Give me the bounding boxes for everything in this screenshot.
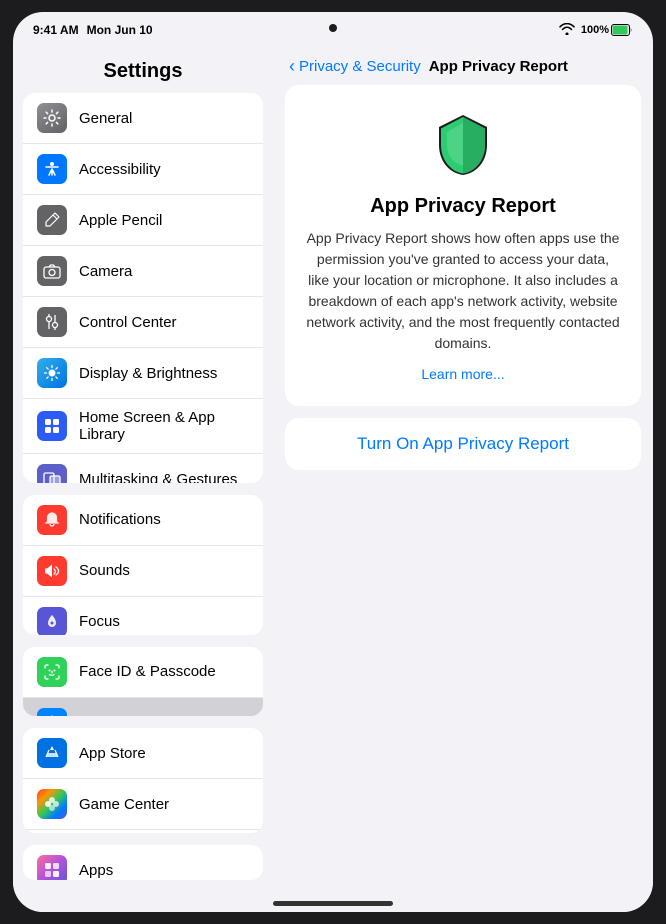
nav-back-button[interactable]: ‹ Privacy & Security (289, 56, 421, 77)
status-left: 9:41 AM Mon Jun 10 (33, 23, 153, 37)
multitasking-label: Multitasking & Gestures (79, 471, 237, 483)
battery-percent: 100% (581, 24, 609, 36)
sidebar-item-general[interactable]: General (23, 93, 263, 144)
general-icon (37, 103, 67, 133)
game-center-icon (37, 789, 67, 819)
face-id-label: Face ID & Passcode (79, 663, 216, 680)
detail-panel: ‹ Privacy & Security App Privacy Report (273, 44, 653, 912)
sidebar-group-2: Notifications Sounds (23, 495, 263, 635)
focus-label: Focus (79, 613, 120, 630)
sidebar-item-display[interactable]: Display & Brightness (23, 348, 263, 399)
sidebar-item-notifications[interactable]: Notifications (23, 495, 263, 546)
face-id-icon (37, 657, 67, 687)
sidebar-item-wallet[interactable]: Wallet & Apple Pay (23, 830, 263, 833)
apps-label: Apps (79, 862, 113, 879)
sidebar-item-face-id[interactable]: Face ID & Passcode (23, 647, 263, 698)
sidebar-item-accessibility[interactable]: Accessibility (23, 144, 263, 195)
sidebar-item-focus[interactable]: Focus (23, 597, 263, 635)
display-brightness-icon (37, 358, 67, 388)
date: Mon Jun 10 (87, 23, 153, 37)
focus-icon (37, 607, 67, 635)
battery-icon: 100% (581, 24, 633, 36)
sidebar-item-apple-pencil[interactable]: Apple Pencil (23, 195, 263, 246)
camera-label: Camera (79, 263, 132, 280)
nav-back-label: Privacy & Security (299, 58, 421, 75)
privacy-security-label: Privacy & Security (79, 714, 201, 716)
sidebar-item-privacy-security[interactable]: Privacy & Security (23, 698, 263, 717)
multitasking-icon (37, 464, 67, 483)
apps-icon (37, 855, 67, 880)
sidebar-item-home-screen[interactable]: Home Screen & App Library (23, 399, 263, 454)
home-indicator (273, 901, 393, 906)
apple-pencil-label: Apple Pencil (79, 212, 162, 229)
sidebar-item-sounds[interactable]: Sounds (23, 546, 263, 597)
game-center-label: Game Center (79, 796, 169, 813)
ipad-frame: 9:41 AM Mon Jun 10 100% (13, 12, 653, 912)
nav-current-title: App Privacy Report (429, 58, 568, 75)
privacy-security-icon (37, 708, 67, 717)
shield-icon (427, 109, 499, 181)
sidebar-item-camera[interactable]: Camera (23, 246, 263, 297)
sidebar-item-multitasking[interactable]: Multitasking & Gestures (23, 454, 263, 483)
sidebar-item-apps[interactable]: Apps (23, 845, 263, 880)
time: 9:41 AM (33, 23, 79, 37)
wifi-icon (559, 23, 575, 38)
turn-on-button[interactable]: Turn On App Privacy Report (357, 434, 569, 454)
sidebar-group-3: Face ID & Passcode Privacy & Security (23, 647, 263, 717)
notifications-label: Notifications (79, 511, 161, 528)
sidebar-group-5: Apps (23, 845, 263, 880)
privacy-report-card: App Privacy Report App Privacy Report sh… (285, 85, 641, 406)
camera-icon (37, 256, 67, 286)
sidebar-item-game-center[interactable]: Game Center (23, 779, 263, 830)
accessibility-icon (37, 154, 67, 184)
app-store-label: App Store (79, 745, 146, 762)
sidebar: Settings General (13, 44, 273, 912)
learn-more-link[interactable]: Learn more... (421, 366, 504, 382)
main-content: Settings General (13, 44, 653, 912)
app-store-icon (37, 738, 67, 768)
general-label: General (79, 110, 132, 127)
home-screen-label: Home Screen & App Library (79, 409, 249, 443)
report-card-title: App Privacy Report (370, 195, 556, 218)
status-right: 100% (559, 23, 633, 38)
back-arrow-icon: ‹ (289, 56, 295, 77)
sidebar-group-1: General Accessibility (23, 93, 263, 483)
display-brightness-label: Display & Brightness (79, 365, 217, 382)
notifications-icon (37, 505, 67, 535)
report-card-description: App Privacy Report shows how often apps … (305, 228, 621, 354)
sounds-icon (37, 556, 67, 586)
apple-pencil-icon (37, 205, 67, 235)
sidebar-item-app-store[interactable]: App Store (23, 728, 263, 779)
nav-bar: ‹ Privacy & Security App Privacy Report (273, 44, 653, 85)
sounds-label: Sounds (79, 562, 130, 579)
home-screen-icon (37, 411, 67, 441)
accessibility-label: Accessibility (79, 161, 161, 178)
camera-dot (329, 24, 337, 32)
sidebar-group-4: App Store Game Center (23, 728, 263, 833)
sidebar-item-control-center[interactable]: Control Center (23, 297, 263, 348)
turn-on-row: Turn On App Privacy Report (285, 418, 641, 470)
sidebar-title: Settings (13, 44, 273, 93)
control-center-label: Control Center (79, 314, 177, 331)
control-center-icon (37, 307, 67, 337)
